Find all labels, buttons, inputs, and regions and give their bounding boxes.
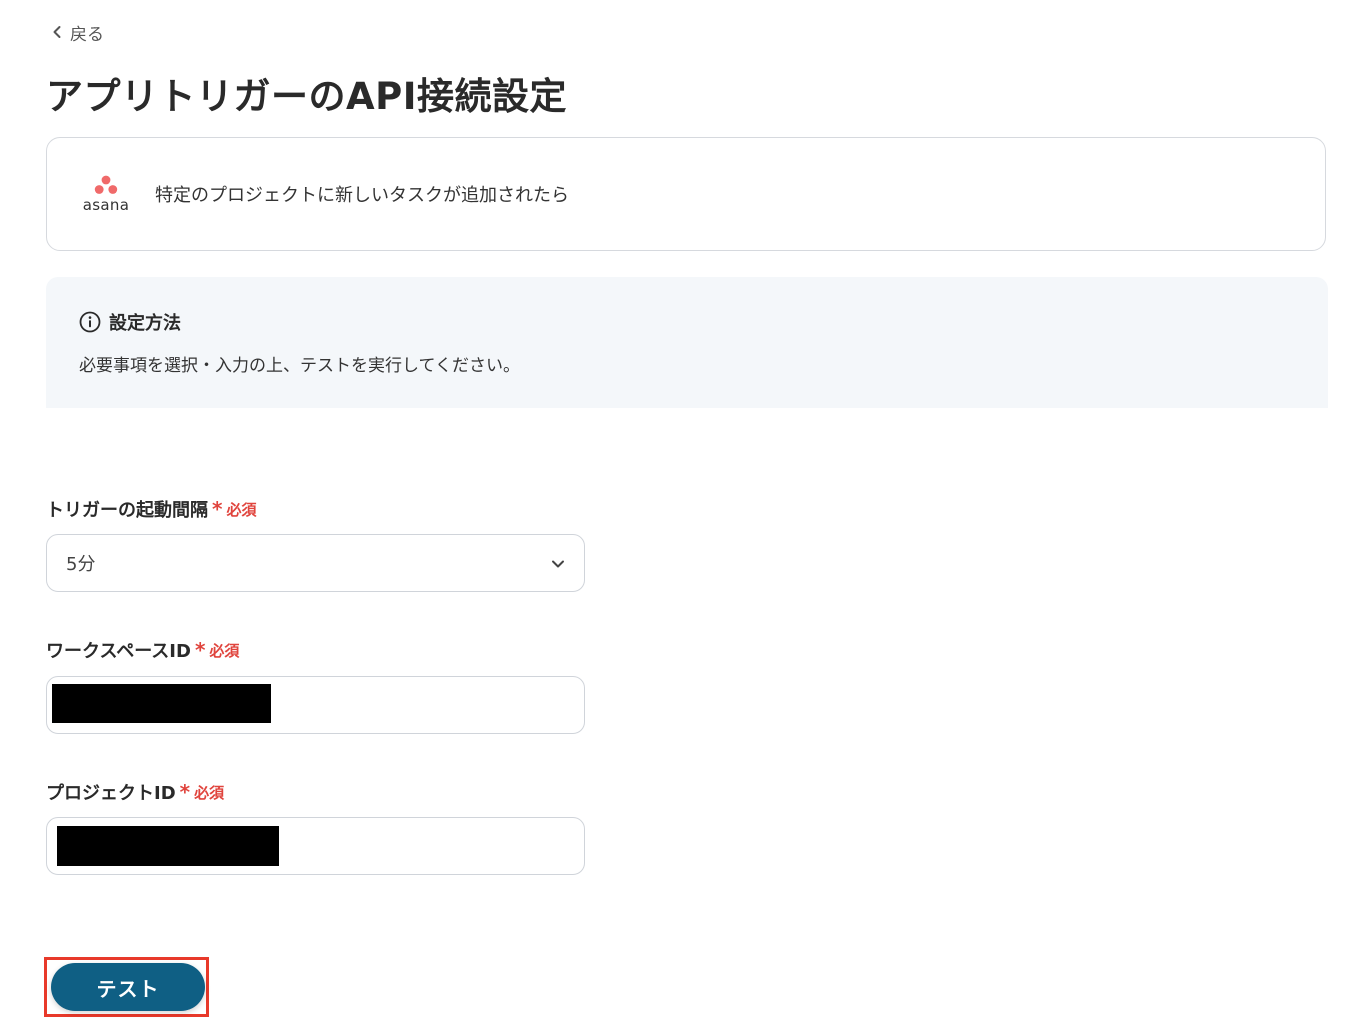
info-description: 必要事項を選択・入力の上、テストを実行してください。 [79,356,520,376]
page-title: アプリトリガーのAPI接続設定 [46,75,568,118]
test-button[interactable]: テスト [51,963,205,1011]
project-id-label: プロジェクトID * 必須 [46,779,224,805]
workspace-id-label: ワークスペースID * 必須 [46,637,239,663]
info-heading: 設定方法 [79,309,1328,335]
info-icon [79,311,101,333]
required-text: 必須 [194,783,225,802]
required-asterisk-icon: * [212,497,223,521]
required-badge: * 必須 [212,499,256,520]
required-asterisk-icon: * [194,638,206,662]
required-badge: * 必須 [195,640,239,661]
setup-instructions: 設定方法 必要事項を選択・入力の上、テストを実行してください。 [46,277,1328,408]
redacted-value [57,826,279,866]
interval-label: トリガーの起動間隔 * 必須 [46,496,256,522]
chevron-down-icon [552,560,564,568]
asana-wordmark: asana [82,195,130,214]
required-text: 必須 [209,641,240,660]
asana-logo: asana [79,175,133,214]
back-link[interactable]: 戻る [52,19,104,45]
required-badge: * 必須 [180,782,224,803]
interval-value: 5分 [66,554,96,575]
info-heading-text: 設定方法 [109,313,181,334]
redacted-value [52,684,271,723]
workspace-id-label-text: ワークスペースID [46,641,191,662]
trigger-name: 特定のプロジェクトに新しいタスクが追加されたら [155,185,569,206]
chevron-left-icon [53,26,61,38]
asana-logo-icon [94,175,118,194]
required-asterisk-icon: * [179,780,191,804]
required-text: 必須 [226,500,257,519]
interval-select[interactable]: 5分 [46,534,585,592]
app-trigger-card: asana 特定のプロジェクトに新しいタスクが追加されたら [46,137,1326,251]
back-label: 戻る [70,24,104,45]
project-id-label-text: プロジェクトID [46,783,176,804]
interval-label-text: トリガーの起動間隔 [46,500,208,521]
